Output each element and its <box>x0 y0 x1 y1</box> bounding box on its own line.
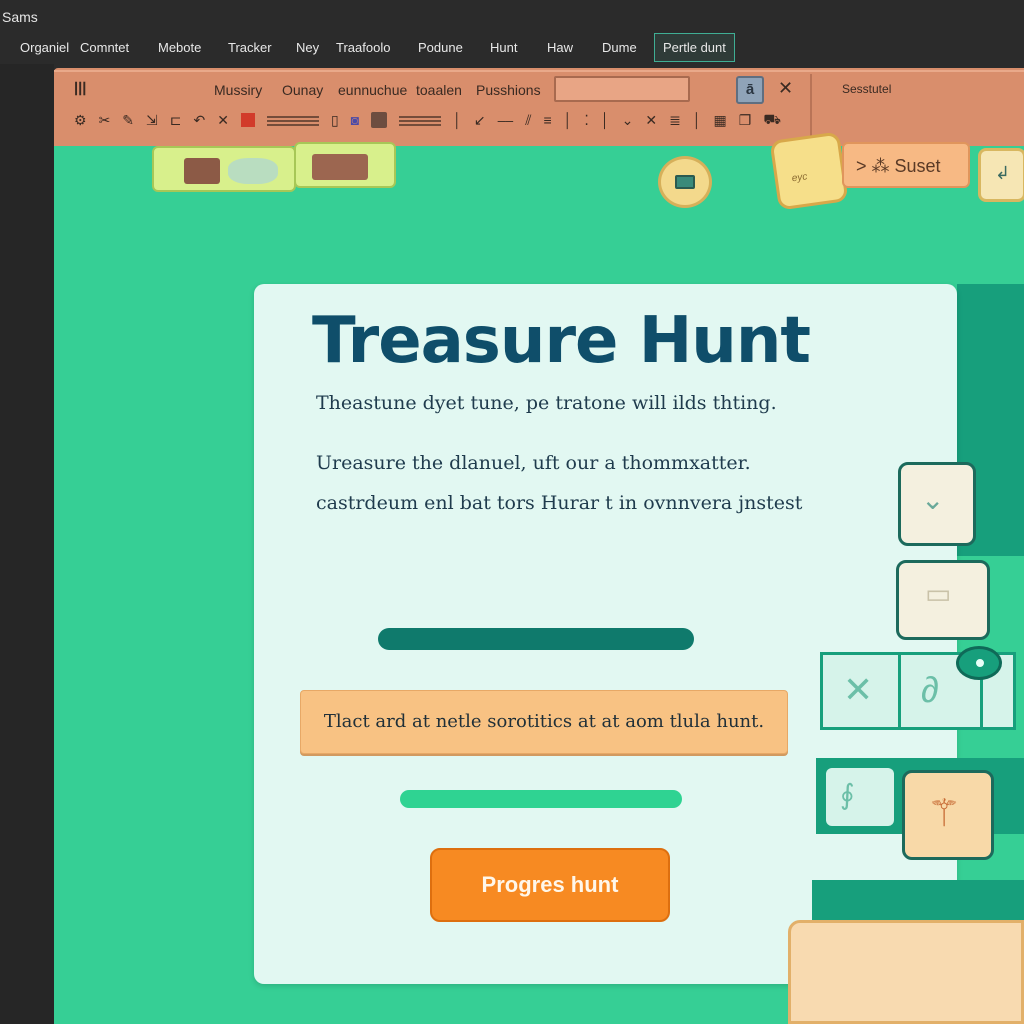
divider-icon-3: │ <box>600 112 610 128</box>
wood-icon <box>312 154 368 180</box>
corner-arrow-icon: ↲ <box>995 163 1011 183</box>
asset-chip-1[interactable] <box>152 146 296 192</box>
card-paragraph-line-1: Ureasure the dlanuel, uft our a thommxat… <box>316 452 751 474</box>
window-titlebar: Sams <box>0 0 1024 32</box>
close-icon[interactable]: ✕ <box>778 78 793 99</box>
pattern-tool-icon[interactable] <box>266 114 319 126</box>
save-icon[interactable]: ā <box>736 76 764 104</box>
slash-icon[interactable]: ⫽ <box>525 112 531 129</box>
ribbon-tool-row: ⚙ ✂ ✎ ⇲ ⊏ ↶ ✕ ▯ ◙ │ ↙ ‒‒ ⫽ ≡ │ ⁚ │ ⌄ ✕ ≣… <box>74 106 793 134</box>
mask-icon[interactable]: ◙ <box>351 112 359 128</box>
eye-pupil <box>973 656 987 670</box>
ribbon-right-label[interactable]: Sesstutel <box>842 82 891 96</box>
x-icon[interactable]: ✕ <box>645 112 657 129</box>
card-subtitle: Theastune dyet tune, pe tratone will ild… <box>316 392 777 414</box>
progress-bar-dark <box>378 628 694 650</box>
menu-item-traafoolo[interactable]: Traafoolo <box>336 40 390 55</box>
peach-tab-label: > ⁂ Suset <box>856 156 941 176</box>
menu-bar: Organiel Comntet Mebote Tracker Ney Traa… <box>0 32 1024 64</box>
progress-hunt-button[interactable]: Progres hunt <box>430 848 670 922</box>
menu-item-haw[interactable]: Haw <box>547 40 573 55</box>
cheese-cube-icon[interactable]: eyc <box>769 131 849 211</box>
page-title: Treasure Hunt <box>312 304 811 378</box>
ribbon-app-icon[interactable]: ꟾꟾꟾ <box>74 82 86 99</box>
crossed-swords-icon: ✕ <box>843 669 874 710</box>
divider-icon: │ <box>453 112 462 128</box>
treasure-hunt-card: Treasure Hunt Theastune dyet tune, pe tr… <box>254 284 957 984</box>
ribbon-tab-mussiry[interactable]: Mussiry <box>214 82 262 98</box>
ribbon-tab-ounay[interactable]: Ounay <box>282 82 323 98</box>
bird-icon: ∂ <box>921 669 939 710</box>
chevron-icon[interactable]: ⌄ <box>622 112 634 129</box>
window-title: Sams <box>2 9 38 25</box>
fill-icon[interactable] <box>371 112 388 128</box>
small-tab[interactable]: ↲ <box>978 148 1024 202</box>
shape-icon[interactable]: ⊏ <box>170 112 182 129</box>
menu-item-hunt[interactable]: Hunt <box>490 40 517 55</box>
scroll-icon: ⌄ <box>921 484 945 515</box>
menu-item-active[interactable]: Pertle dunt <box>654 33 735 62</box>
info-banner: Tlact ard at netle sorotitics at at aom … <box>300 690 788 754</box>
eye-icon[interactable] <box>956 646 1002 680</box>
cross-tool-icon[interactable]: ✕ <box>217 112 229 129</box>
inventory-slot-4[interactable]: ⚚ <box>902 770 994 860</box>
divider-icon-2: │ <box>563 112 573 128</box>
cube-label: eyc <box>791 171 809 185</box>
inventory-slot-3[interactable]: ∮ <box>826 768 894 826</box>
ribbon-tab-pusshions[interactable]: Pusshions <box>476 82 541 98</box>
parchment-icon: ▭ <box>925 578 952 609</box>
progress-bar-green <box>400 790 682 808</box>
meat-icon <box>184 158 220 184</box>
dash-icon[interactable]: ‒‒ <box>498 112 514 128</box>
card-paragraph-line-2: castrdeum enl bat tors Hurar t in ovnnve… <box>316 492 803 514</box>
pen-icon[interactable]: ✎ <box>122 112 134 129</box>
game-canvas: eyc > ⁂ Suset ↲ Treasure Hunt Theastune … <box>54 131 1024 1024</box>
ribbon-tab-eunnuchue[interactable]: eunnuchue <box>338 82 407 98</box>
peach-tab[interactable]: > ⁂ Suset <box>842 142 970 188</box>
link-icon[interactable]: ⇲ <box>146 112 158 129</box>
rune-icon: ⚚ <box>927 793 962 835</box>
menu-item-podune[interactable]: Podune <box>418 40 463 55</box>
map-tile-1[interactable]: ⌄ <box>898 462 976 546</box>
menu-item-tracker[interactable]: Tracker <box>228 40 272 55</box>
car-icon[interactable]: ⛟ <box>763 111 781 130</box>
divider-icon-4: │ <box>692 112 702 128</box>
monitor-icon <box>675 175 695 189</box>
ribbon-toolbar: ꟾꟾꟾ Mussiry Ounay eunnuchue toaalen Puss… <box>54 68 1024 146</box>
coin-button[interactable] <box>658 156 712 208</box>
teal-bar <box>812 880 1024 920</box>
grid-tool-icon[interactable] <box>399 114 442 126</box>
dots-icon[interactable]: ⁚ <box>584 112 588 129</box>
undo-icon[interactable]: ↶ <box>194 112 206 129</box>
map-tile-2[interactable]: ▭ <box>896 560 990 640</box>
copy-icon[interactable]: ❐ <box>739 112 752 129</box>
flag-icon[interactable] <box>240 113 255 127</box>
menu-item-dume[interactable]: Dume <box>602 40 637 55</box>
leaf-icon <box>228 158 278 184</box>
peach-panel <box>788 920 1024 1024</box>
table-icon[interactable]: ▦ <box>714 112 727 129</box>
menu-item-ney[interactable]: Ney <box>296 40 319 55</box>
list-icon[interactable]: ≣ <box>669 112 681 129</box>
ribbon-tab-toaalen[interactable]: toaalen <box>416 82 462 98</box>
inventory-slot-1[interactable]: ✕ <box>823 655 901 727</box>
gear-icon[interactable]: ⚙ <box>74 112 87 129</box>
ribbon-highlight <box>54 70 1024 72</box>
ruler-icon[interactable]: ▯ <box>331 112 339 129</box>
fish-icon: ∮ <box>840 779 855 810</box>
menu-item-organiel[interactable]: Organiel <box>20 40 69 55</box>
left-gutter <box>0 64 54 1024</box>
info-banner-text: Tlact ard at netle sorotitics at at aom … <box>323 711 765 732</box>
lines-icon[interactable]: ≡ <box>543 112 551 128</box>
ribbon-search-input[interactable] <box>554 76 690 102</box>
asset-chip-2[interactable] <box>294 142 396 188</box>
menu-item-mebote[interactable]: Mebote <box>158 40 201 55</box>
scissors-icon[interactable]: ✂ <box>99 112 111 129</box>
arrow-icon[interactable]: ↙ <box>474 112 486 129</box>
ribbon-separator <box>810 74 812 138</box>
menu-item-comntet[interactable]: Comntet <box>80 40 129 55</box>
